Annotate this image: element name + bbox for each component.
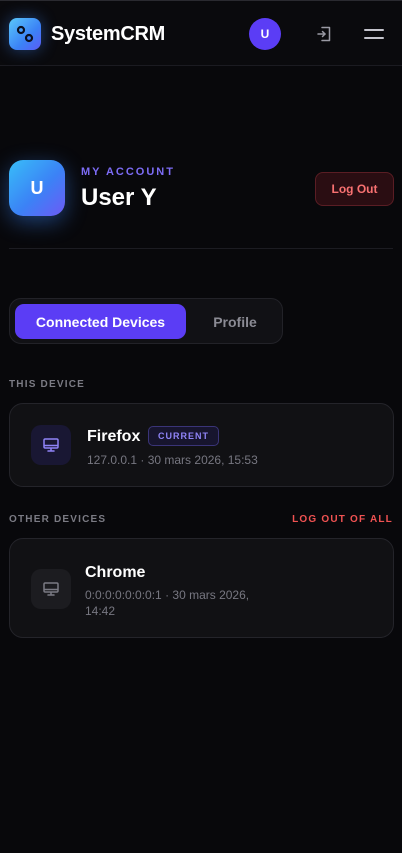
logout-button[interactable]: Log Out — [315, 172, 394, 206]
current-device-card: Firefox CURRENT 127.0.0.1 · 30 mars 2026… — [9, 403, 394, 487]
other-devices-heading: OTHER DEVICES — [9, 514, 107, 525]
monitor-icon — [31, 569, 71, 609]
this-device-heading: THIS DEVICE — [9, 379, 85, 390]
tab-connected-devices[interactable]: Connected Devices — [15, 304, 186, 339]
device-name: Firefox — [87, 428, 141, 445]
device-meta: 127.0.0.1 · 30 mars 2026, 15:53 — [87, 453, 258, 467]
divider — [9, 248, 393, 249]
device-card: Chrome 0:0:0:0:0:0:0:1 · 30 mars 2026, 1… — [9, 538, 394, 638]
hamburger-menu-icon[interactable] — [362, 24, 386, 44]
top-bar: SystemCRM U — [0, 0, 402, 66]
device-meta-line-1: 0:0:0:0:0:0:0:1 · 30 mars 2026, — [85, 588, 250, 602]
logout-all-link[interactable]: LOG OUT OF ALL — [292, 514, 393, 525]
monitor-icon — [31, 425, 71, 465]
app-title: SystemCRM — [51, 23, 165, 45]
device-meta-line-2: 14:42 — [85, 604, 116, 618]
tab-profile[interactable]: Profile — [190, 304, 280, 339]
logout-icon[interactable] — [313, 23, 335, 45]
account-kicker: MY ACCOUNT — [81, 166, 175, 178]
account-avatar: U — [9, 160, 65, 216]
user-avatar-button[interactable]: U — [249, 18, 281, 50]
app-logo-icon[interactable] — [9, 18, 41, 50]
account-tabs: Connected Devices Profile — [9, 298, 283, 344]
user-name: User Y — [81, 184, 157, 211]
device-name: Chrome — [85, 564, 146, 581]
current-badge: CURRENT — [148, 426, 219, 446]
